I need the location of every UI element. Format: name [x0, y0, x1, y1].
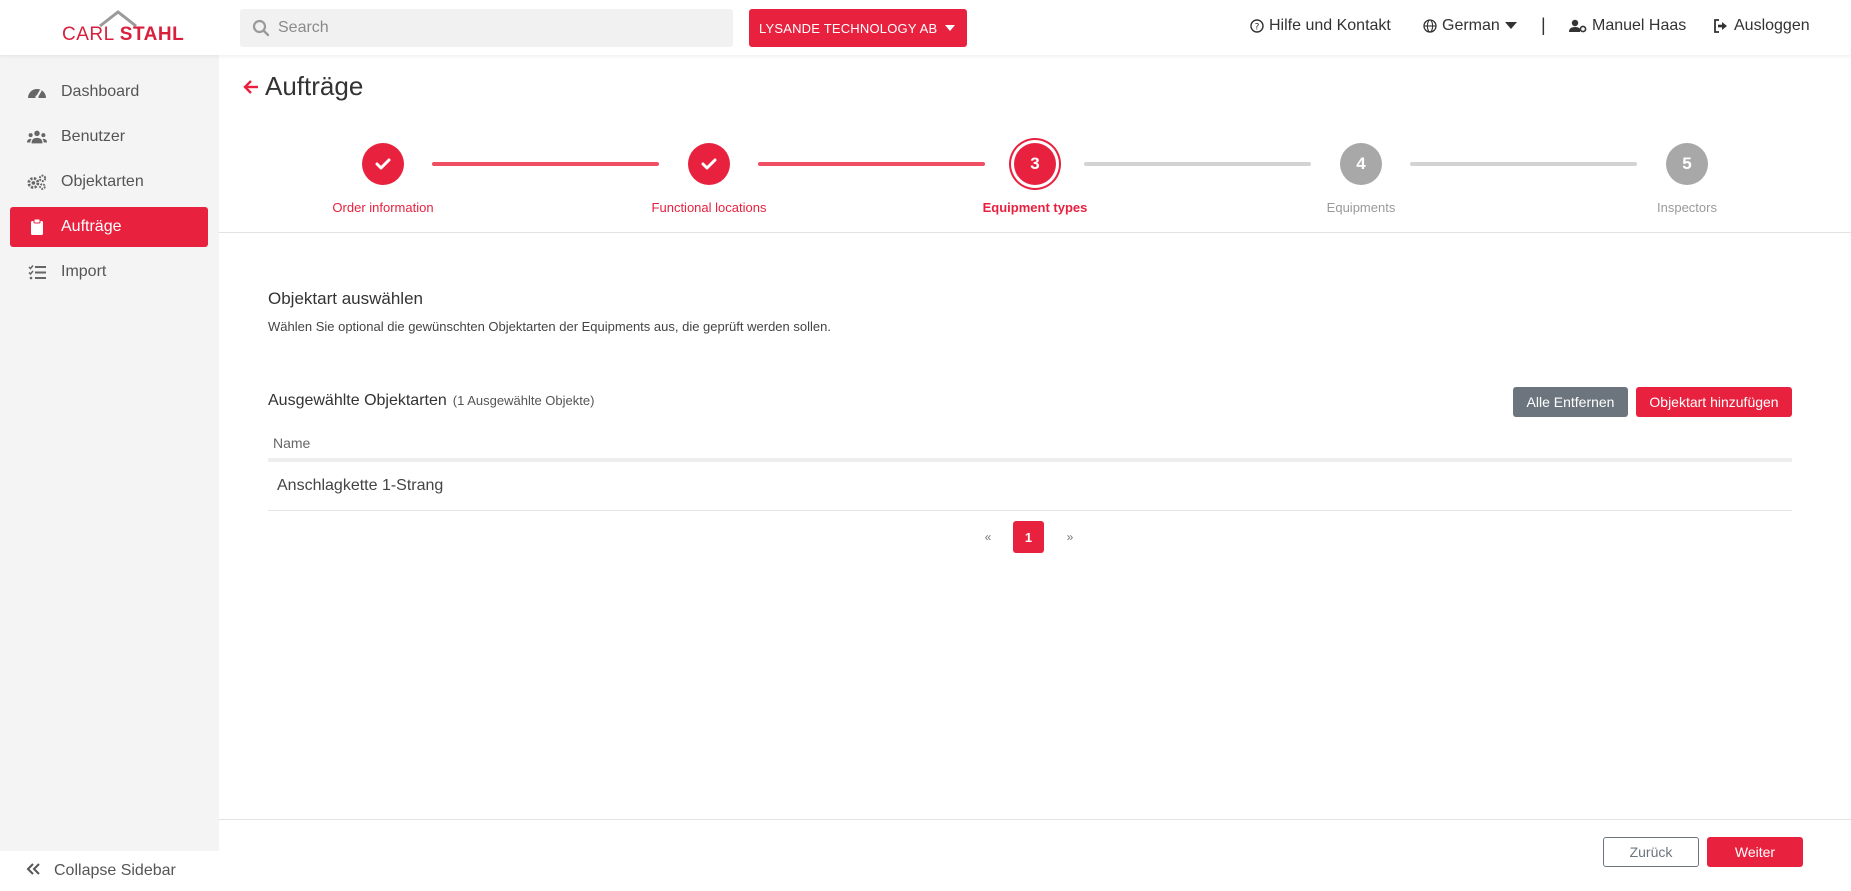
step-3-label: Equipment types: [982, 200, 1088, 215]
company-name: LYSANDE TECHNOLOGY AB: [759, 20, 938, 36]
logout-link[interactable]: Ausloggen: [1713, 17, 1810, 35]
user-menu[interactable]: Manuel Haas: [1569, 17, 1686, 35]
step-2-label: Functional locations: [651, 200, 767, 215]
top-header: CARL STAHL LYSANDE TECHNOLOGY AB ? Hilfe…: [0, 0, 1851, 55]
table-header-name[interactable]: Name: [268, 426, 1792, 462]
step-5-circle[interactable]: 5: [1666, 143, 1708, 185]
remove-all-button[interactable]: Alle Entfernen: [1513, 387, 1628, 417]
check-icon: [701, 158, 717, 170]
step-1-circle[interactable]: [362, 143, 404, 185]
globe-icon: [1423, 19, 1437, 33]
user-cog-icon: [1569, 19, 1587, 33]
logo-text-carl: CARL: [62, 24, 114, 45]
add-equipment-type-button[interactable]: Objektart hinzufügen: [1636, 387, 1792, 417]
step-5-label: Inspectors: [1657, 200, 1717, 215]
step-3-circle[interactable]: 3: [1014, 143, 1056, 185]
cogs-icon: [27, 173, 47, 191]
dashboard-icon: [27, 83, 47, 101]
sidebar-item-label: Aufträge: [61, 218, 122, 235]
wizard-footer: Zurück Weiter: [219, 819, 1851, 891]
step-number: 5: [1682, 154, 1692, 173]
users-icon: [27, 128, 47, 146]
user-name: Manuel Haas: [1592, 17, 1687, 34]
language-selector[interactable]: German: [1423, 17, 1517, 35]
pagination-prev[interactable]: «: [976, 521, 1000, 553]
caret-down-icon: [1504, 22, 1517, 29]
back-button[interactable]: Zurück: [1603, 837, 1699, 867]
section-title: Objektart auswählen: [268, 289, 423, 308]
step-1-label: Order information: [332, 200, 434, 215]
table-row[interactable]: Anschlagkette 1-Strang: [268, 462, 1792, 511]
step-connector: [1084, 162, 1311, 166]
header-separator: |: [1541, 15, 1546, 35]
clipboard-icon: [27, 218, 47, 236]
caret-down-icon: [945, 25, 955, 31]
sidebar-item-dashboard[interactable]: Dashboard: [10, 72, 208, 112]
selected-count: (1 Ausgewählte Objekte): [452, 393, 595, 408]
sidebar-item-auftraege[interactable]: Aufträge: [10, 207, 208, 247]
tasks-icon: [27, 263, 47, 281]
pagination-next[interactable]: »: [1058, 521, 1082, 553]
help-label: Hilfe und Kontakt: [1269, 17, 1391, 34]
sidebar-item-label: Import: [61, 263, 107, 280]
logo-text-stahl: STAHL: [119, 24, 185, 45]
step-connector: [1410, 162, 1637, 166]
page-title-text: Aufträge: [265, 71, 364, 101]
sidebar-item-import[interactable]: Import: [10, 252, 208, 292]
page-title: Aufträge: [243, 71, 363, 102]
carl-stahl-logo[interactable]: CARL STAHL: [62, 10, 184, 46]
step-4-label: Equipments: [1326, 200, 1396, 215]
section-description: Wählen Sie optional die gewünschten Obje…: [268, 319, 831, 334]
next-button[interactable]: Weiter: [1707, 837, 1803, 867]
sidebar-item-objektarten[interactable]: Objektarten: [10, 162, 208, 202]
order-stepper: 3 4 5 Order information Functional locat…: [219, 55, 1851, 233]
search-box: [240, 9, 733, 47]
sidebar-item-label: Dashboard: [61, 83, 140, 100]
question-circle-icon: ?: [1250, 19, 1264, 33]
table-cell-name: Anschlagkette 1-Strang: [277, 477, 444, 494]
company-selector[interactable]: LYSANDE TECHNOLOGY AB: [749, 9, 967, 47]
sidebar-item-label: Objektarten: [61, 173, 144, 190]
selected-types-title: Ausgewählte Objektarten: [268, 392, 447, 409]
collapse-sidebar-label: Collapse Sidebar: [54, 862, 176, 879]
check-icon: [375, 158, 391, 170]
step-connector: [432, 162, 659, 166]
sidebar: Dashboard Benutzer Objektarten Aufträge …: [0, 55, 219, 891]
selected-types-heading: Ausgewählte Objektarten (1 Ausgewählte Ob…: [268, 392, 594, 410]
sidebar-item-label: Benutzer: [61, 128, 126, 145]
svg-text:?: ?: [1255, 23, 1260, 33]
arrow-left-icon[interactable]: [243, 79, 259, 94]
step-number: 4: [1356, 154, 1366, 173]
logout-label: Ausloggen: [1734, 17, 1810, 34]
step-connector: [758, 162, 985, 166]
collapse-sidebar-button[interactable]: Collapse Sidebar: [0, 851, 219, 891]
double-chevron-left-icon: [26, 862, 40, 880]
step-number: 3: [1030, 154, 1040, 173]
search-input[interactable]: [278, 9, 718, 47]
sidebar-item-benutzer[interactable]: Benutzer: [10, 117, 208, 157]
sign-out-icon: [1714, 19, 1727, 33]
help-contact-link[interactable]: ? Hilfe und Kontakt: [1250, 17, 1391, 35]
step-4-circle[interactable]: 4: [1340, 143, 1382, 185]
step-2-circle[interactable]: [688, 143, 730, 185]
search-icon: [252, 19, 270, 37]
language-label: German: [1442, 17, 1500, 34]
pagination-page-1[interactable]: 1: [1013, 521, 1044, 553]
